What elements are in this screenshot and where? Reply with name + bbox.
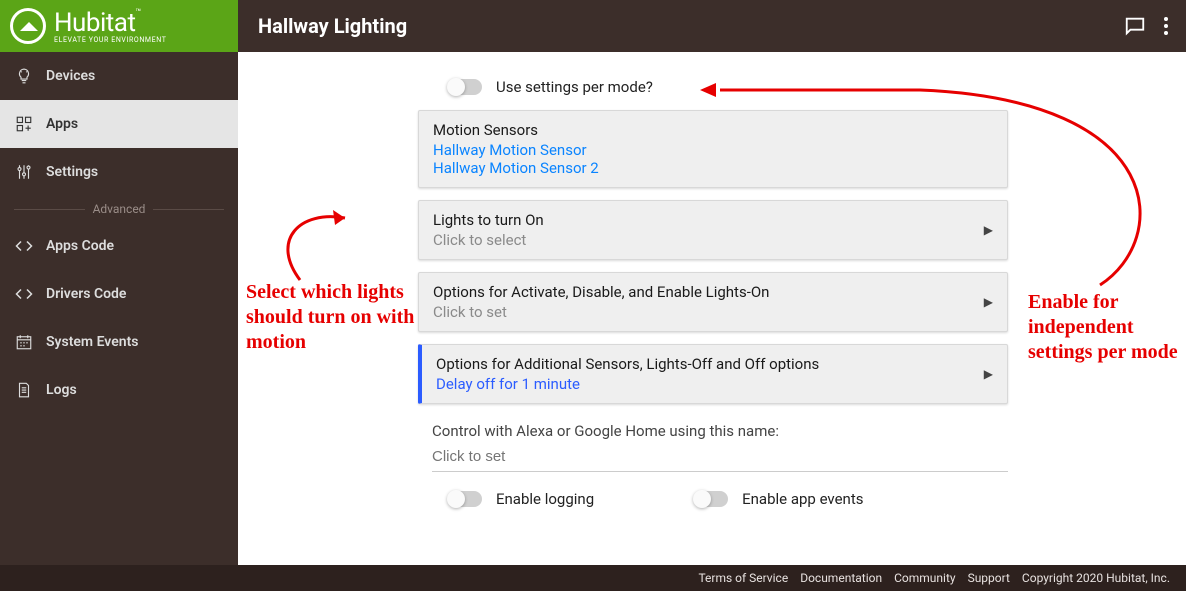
brand-tagline: ELEVATE YOUR ENVIRONMENT [54, 36, 166, 44]
footer-link-support[interactable]: Support [968, 571, 1010, 585]
topbar-actions [1124, 15, 1186, 37]
brand-name: Hubitat [54, 8, 135, 38]
options-additional-card[interactable]: Options for Additional Sensors, Lights-O… [418, 344, 1008, 404]
code-icon [14, 237, 34, 255]
annotation-right: Enable for independent settings per mode [1028, 290, 1178, 366]
brand-tm: ™ [135, 8, 140, 18]
sidebar-item-drivers-code[interactable]: Drivers Code [0, 270, 238, 318]
sidebar: Devices Apps Settings Advanced Apps Code… [0, 52, 238, 565]
voice-control-input[interactable] [432, 444, 1008, 472]
sidebar-item-apps[interactable]: Apps [0, 100, 238, 148]
sidebar-divider-label: Advanced [93, 202, 146, 216]
bulb-icon [14, 67, 34, 85]
sliders-icon [14, 163, 34, 181]
motion-sensor-link[interactable]: Hallway Motion Sensor [433, 141, 993, 159]
sidebar-item-settings[interactable]: Settings [0, 148, 238, 196]
sidebar-item-label: Settings [46, 164, 98, 180]
options-activate-title: Options for Activate, Disable, and Enabl… [433, 283, 993, 301]
footer-copyright: Copyright 2020 Hubitat, Inc. [1022, 571, 1170, 585]
topbar: Hubitat™ ELEVATE YOUR ENVIRONMENT Hallwa… [0, 0, 1186, 52]
voice-control-label: Control with Alexa or Google Home using … [432, 422, 1008, 440]
enable-logging-label: Enable logging [496, 490, 594, 508]
sidebar-item-label: Drivers Code [46, 286, 126, 302]
page-title: Hallway Lighting [238, 14, 1124, 38]
enable-app-events-label: Enable app events [742, 490, 863, 508]
document-icon [14, 381, 34, 399]
options-additional-value: Delay off for 1 minute [436, 375, 993, 393]
chevron-right-icon: ▶ [984, 223, 993, 237]
logo[interactable]: Hubitat™ ELEVATE YOUR ENVIRONMENT [0, 0, 238, 52]
sidebar-item-label: Logs [46, 382, 77, 398]
chevron-right-icon: ▶ [984, 367, 993, 381]
logo-text: Hubitat™ ELEVATE YOUR ENVIRONMENT [54, 8, 166, 44]
options-additional-title: Options for Additional Sensors, Lights-O… [436, 355, 993, 373]
settings-per-mode-row: Use settings per mode? [418, 68, 1008, 110]
options-activate-sub: Click to set [433, 303, 993, 321]
footer-link-community[interactable]: Community [894, 571, 955, 585]
footer-link-tos[interactable]: Terms of Service [698, 571, 788, 585]
chat-icon[interactable] [1124, 15, 1146, 37]
sidebar-item-apps-code[interactable]: Apps Code [0, 222, 238, 270]
motion-sensors-title: Motion Sensors [433, 121, 993, 139]
sidebar-divider-advanced: Advanced [0, 196, 238, 222]
motion-sensors-card[interactable]: Motion Sensors Hallway Motion Sensor Hal… [418, 110, 1008, 188]
chevron-right-icon: ▶ [984, 295, 993, 309]
content-column: Use settings per mode? Motion Sensors Ha… [418, 68, 1008, 508]
annotation-left: Select which lights should turn on with … [246, 280, 426, 356]
kebab-menu-icon[interactable] [1164, 17, 1168, 35]
lights-on-sub: Click to select [433, 231, 993, 249]
enable-logging-toggle[interactable] [448, 491, 482, 507]
apps-icon [14, 115, 34, 133]
motion-sensor-link[interactable]: Hallway Motion Sensor 2 [433, 159, 993, 177]
lights-on-card[interactable]: Lights to turn On Click to select ▶ [418, 200, 1008, 260]
sidebar-item-label: Devices [46, 68, 95, 84]
footer-link-docs[interactable]: Documentation [800, 571, 882, 585]
sidebar-item-label: Apps Code [46, 238, 114, 254]
lights-on-title: Lights to turn On [433, 211, 993, 229]
options-activate-card[interactable]: Options for Activate, Disable, and Enabl… [418, 272, 1008, 332]
sidebar-item-logs[interactable]: Logs [0, 366, 238, 414]
sidebar-item-system-events[interactable]: System Events [0, 318, 238, 366]
code-icon [14, 285, 34, 303]
sidebar-item-devices[interactable]: Devices [0, 52, 238, 100]
sidebar-item-label: System Events [46, 334, 138, 350]
voice-control-field: Control with Alexa or Google Home using … [418, 422, 1008, 472]
footer: Terms of Service Documentation Community… [0, 565, 1186, 591]
sidebar-item-label: Apps [46, 116, 78, 132]
settings-per-mode-label: Use settings per mode? [496, 78, 653, 96]
bottom-toggles: Enable logging Enable app events [418, 472, 1008, 508]
hubitat-logo-icon [10, 8, 46, 44]
settings-per-mode-toggle[interactable] [448, 79, 482, 95]
calendar-icon [14, 333, 34, 351]
enable-app-events-toggle[interactable] [694, 491, 728, 507]
